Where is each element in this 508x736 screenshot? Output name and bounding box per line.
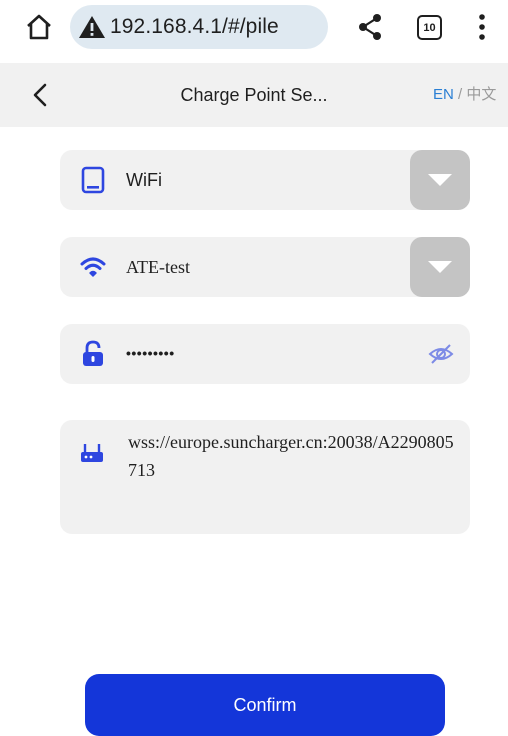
back-arrow-icon[interactable] xyxy=(30,82,52,108)
server-url-value: wss://europe.suncharger.cn:20038/A229080… xyxy=(128,432,454,480)
eye-off-icon[interactable] xyxy=(428,343,454,365)
page-title: Charge Point Se... xyxy=(180,85,328,105)
triangle-down-icon xyxy=(428,261,452,273)
language-switch: EN / 中文 xyxy=(433,63,496,127)
network-type-select[interactable]: WiFi xyxy=(60,150,470,210)
tab-count: 10 xyxy=(423,21,436,34)
url-text: 192.168.4.1/#/pile xyxy=(110,15,279,38)
lang-separator: / xyxy=(453,86,467,103)
lock-icon xyxy=(83,340,103,366)
lang-en-option[interactable]: EN xyxy=(433,86,454,103)
address-bar[interactable]: 192.168.4.1/#/pile xyxy=(70,5,328,49)
password-value: ••••••••• xyxy=(126,345,175,361)
network-type-value: WiFi xyxy=(126,170,162,190)
wifi-icon xyxy=(80,257,106,277)
app-header: Charge Point Se... EN / 中文 xyxy=(0,63,508,127)
ssid-select[interactable]: ATE-test xyxy=(60,237,470,297)
warning-icon[interactable] xyxy=(78,14,106,40)
lang-zh-option[interactable]: 中文 xyxy=(466,86,496,103)
tab-switcher-button[interactable]: 10 xyxy=(417,15,442,40)
router-icon xyxy=(81,444,103,462)
network-type-dropdown-button[interactable] xyxy=(410,150,470,210)
password-field[interactable]: ••••••••• xyxy=(60,324,470,384)
more-vert-icon[interactable] xyxy=(476,13,488,41)
ssid-dropdown-button[interactable] xyxy=(410,237,470,297)
browser-toolbar: 192.168.4.1/#/pile 10 xyxy=(0,0,508,54)
server-url-field[interactable]: wss://europe.suncharger.cn:20038/A229080… xyxy=(60,420,470,534)
home-icon[interactable] xyxy=(24,12,54,42)
share-icon[interactable] xyxy=(357,13,383,41)
device-icon xyxy=(81,166,105,194)
confirm-button[interactable]: Confirm xyxy=(85,674,445,736)
triangle-down-icon xyxy=(428,174,452,186)
ssid-value: ATE-test xyxy=(126,257,190,277)
